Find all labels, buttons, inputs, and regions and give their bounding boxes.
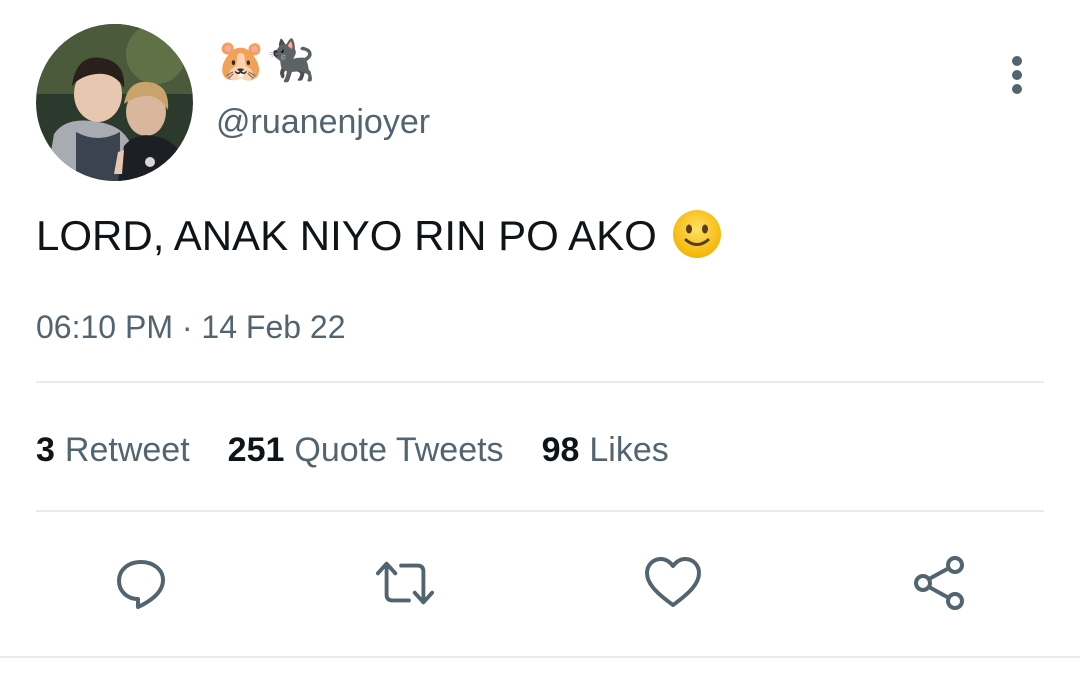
- display-name[interactable]: 🐹🐈‍⬛: [216, 36, 316, 86]
- quote-tweets-count[interactable]: 251 Quote Tweets: [228, 428, 504, 472]
- reply-button[interactable]: [110, 552, 172, 614]
- stat-count: 251: [227, 431, 285, 469]
- retweet-count[interactable]: 3 Retweet: [36, 428, 190, 472]
- tweet-timestamp[interactable]: 06:10 PM · 14 Feb 22: [36, 306, 346, 348]
- stat-count: 98: [541, 431, 580, 469]
- more-vertical-icon: [1012, 56, 1022, 94]
- retweet-button[interactable]: [374, 552, 436, 614]
- avatar[interactable]: [36, 24, 193, 181]
- divider: [0, 656, 1080, 658]
- stat-count: 3: [36, 431, 55, 469]
- user-handle[interactable]: @ruanenjoyer: [216, 100, 430, 144]
- avatar-image: [36, 24, 193, 181]
- share-button[interactable]: [908, 552, 970, 614]
- divider: [36, 381, 1044, 383]
- engagement-stats: 3 Retweet 251 Quote Tweets 98 Likes: [36, 428, 707, 472]
- likes-count[interactable]: 98 Likes: [542, 428, 669, 472]
- divider: [36, 510, 1044, 512]
- retweet-icon: [375, 561, 435, 605]
- reply-icon: [117, 560, 165, 609]
- tweet-body: LORD, ANAK NIYO RIN PO AKO: [36, 212, 657, 259]
- like-button[interactable]: [642, 552, 704, 614]
- more-options-button[interactable]: [1000, 52, 1034, 98]
- share-icon: [914, 556, 964, 610]
- smiling-face-icon: [671, 208, 723, 272]
- tweet-text: LORD, ANAK NIYO RIN PO AKO: [36, 208, 723, 272]
- heart-icon: [645, 557, 701, 607]
- stat-label: Retweet: [64, 431, 190, 469]
- stat-label: Likes: [589, 431, 669, 469]
- stat-label: Quote Tweets: [294, 431, 504, 469]
